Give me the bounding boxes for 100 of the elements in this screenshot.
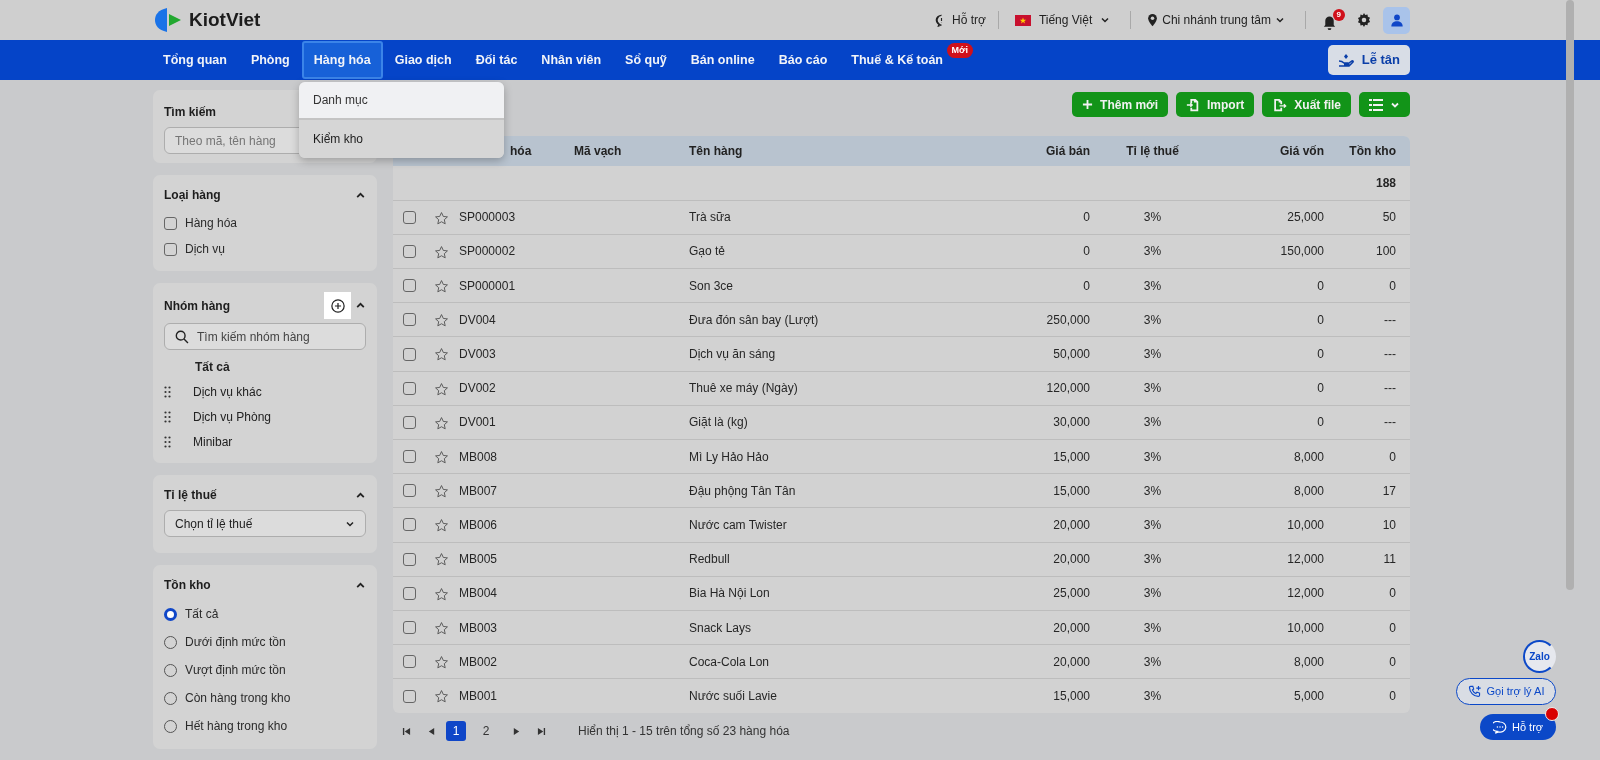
star-icon[interactable]	[434, 655, 449, 671]
table-cell: 3%	[1143, 586, 1162, 601]
group-item[interactable]: Dịch vụ khác	[193, 382, 262, 401]
toolbar-button[interactable]: Import	[1175, 92, 1255, 117]
table-cell: 0	[1317, 278, 1324, 293]
menu-item[interactable]: Danh mục	[299, 82, 504, 120]
nav-tab[interactable]: Báo cáo	[766, 40, 840, 80]
checkbox[interactable]	[403, 415, 416, 429]
star-icon[interactable]	[434, 381, 449, 397]
star-icon[interactable]	[434, 279, 449, 294]
checkbox[interactable]	[403, 655, 416, 669]
radio-button[interactable]	[164, 607, 177, 621]
star-icon[interactable]	[434, 689, 449, 705]
nav-tab[interactable]: Đối tác	[463, 40, 530, 80]
checkbox[interactable]	[403, 313, 416, 327]
radio-option[interactable]: Tất cả	[164, 600, 366, 628]
language-selector[interactable]: Tiếng Việt	[1014, 11, 1111, 29]
toolbar-button[interactable]: Xuất file	[1262, 92, 1351, 117]
radio-option[interactable]: Còn hàng trong kho	[164, 684, 366, 712]
nav-tab[interactable]: Hàng hóa	[301, 40, 383, 80]
nav-tab[interactable]: Tổng quan	[151, 40, 239, 80]
nav-tab[interactable]: Bán online	[678, 40, 767, 80]
group-item[interactable]: Dịch vụ Phòng	[193, 407, 272, 426]
star-icon[interactable]	[434, 210, 449, 226]
radio-option[interactable]: Hết hàng trong kho	[164, 712, 366, 740]
card-title: Tồn kho	[164, 577, 211, 594]
table-cell: Bia Hà Nội Lon	[689, 586, 770, 601]
page-button[interactable]: 1	[446, 721, 466, 741]
zalo-button[interactable]: Zalo	[1523, 640, 1556, 673]
star-icon[interactable]	[434, 586, 449, 602]
drag-handle-icon[interactable]	[164, 410, 171, 423]
search-field[interactable]: Tìm kiếm nhóm hàng	[164, 323, 366, 350]
table-cell: SP000001	[459, 278, 516, 293]
radio-option[interactable]: Vượt định mức tồn	[164, 656, 366, 684]
notification-button[interactable]	[1322, 15, 1337, 31]
next-page-icon[interactable]	[512, 726, 521, 736]
branch-selector[interactable]: Chi nhánh trung tâm	[1147, 11, 1285, 29]
radio-option[interactable]: Dưới định mức tồn	[164, 628, 366, 656]
total-stock: 188	[1375, 175, 1396, 190]
nav-tab[interactable]: Nhân viên	[529, 40, 614, 80]
checkbox[interactable]	[403, 347, 416, 361]
checkbox[interactable]	[403, 210, 416, 224]
page-button[interactable]: 2	[476, 721, 496, 741]
ai-call-button[interactable]: Gọi trợ lý AI	[1456, 678, 1556, 705]
checkbox[interactable]	[403, 244, 416, 258]
checkbox-option[interactable]: Hàng hóa	[164, 210, 366, 236]
checkbox[interactable]	[403, 621, 416, 635]
checkbox[interactable]	[403, 552, 416, 566]
group-item[interactable]: Minibar	[193, 432, 233, 451]
group-item[interactable]: Tất cả	[195, 357, 230, 376]
reception-button[interactable]: Lễ tân	[1327, 45, 1410, 75]
table-cell: MB005	[459, 552, 498, 567]
nav-tab[interactable]: Phòng	[238, 40, 302, 80]
checkbox[interactable]	[164, 242, 177, 256]
nav-tab[interactable]: Sổ quỹ	[613, 40, 679, 80]
star-icon[interactable]	[434, 347, 449, 363]
first-page-icon[interactable]	[402, 726, 411, 736]
star-icon[interactable]	[434, 484, 449, 500]
table-cell: 20,000	[1053, 517, 1090, 532]
card-title: Nhóm hàng	[164, 297, 230, 315]
star-icon[interactable]	[434, 313, 449, 329]
user-avatar[interactable]	[1383, 6, 1410, 34]
star-icon[interactable]	[434, 552, 449, 568]
option-label: Hàng hóa	[185, 215, 238, 232]
nav-tab[interactable]: Giao dịch	[382, 40, 464, 80]
checkbox[interactable]	[403, 689, 416, 703]
menu-item[interactable]: Kiểm kho	[299, 120, 504, 158]
checkbox[interactable]	[403, 381, 416, 395]
tax-rate-select[interactable]: Chọn tỉ lệ thuế	[164, 510, 366, 537]
last-page-icon[interactable]	[537, 726, 546, 736]
checkbox[interactable]	[403, 279, 416, 293]
table-cell: 8,000	[1293, 449, 1324, 464]
checkbox[interactable]	[403, 484, 416, 498]
star-icon[interactable]	[434, 449, 449, 465]
checkbox[interactable]	[403, 586, 416, 600]
option-label: Dịch vụ	[185, 241, 225, 258]
table-cell: Đưa đón sân bay (Lượt)	[689, 312, 819, 327]
column-menu-button[interactable]	[1359, 92, 1410, 117]
checkbox[interactable]	[164, 216, 177, 230]
table-cell: ---	[1384, 415, 1396, 430]
table-cell: 10,000	[1287, 620, 1324, 635]
previous-page-icon[interactable]	[427, 726, 436, 736]
star-icon[interactable]	[434, 518, 449, 534]
checkbox-option[interactable]: Dịch vụ	[164, 236, 366, 262]
settings-icon[interactable]	[1357, 13, 1371, 27]
drag-handle-icon[interactable]	[164, 385, 171, 398]
drag-handle-icon[interactable]	[164, 435, 171, 448]
add-icon[interactable]	[324, 292, 351, 319]
star-icon[interactable]	[434, 620, 449, 636]
column-header: Tồn kho	[1349, 144, 1396, 158]
column-header: Giá vốn	[1280, 144, 1324, 158]
scrollbar[interactable]	[1566, 0, 1574, 590]
table-cell: 3%	[1143, 552, 1162, 567]
checkbox[interactable]	[403, 518, 416, 532]
star-icon[interactable]	[434, 244, 449, 260]
toolbar-button[interactable]: Thêm mới	[1072, 92, 1168, 117]
support-link[interactable]: Hỗ trợ	[935, 11, 986, 29]
checkbox[interactable]	[403, 450, 416, 464]
support-button[interactable]: Hỗ trợ	[1480, 714, 1556, 740]
star-icon[interactable]	[434, 415, 449, 431]
